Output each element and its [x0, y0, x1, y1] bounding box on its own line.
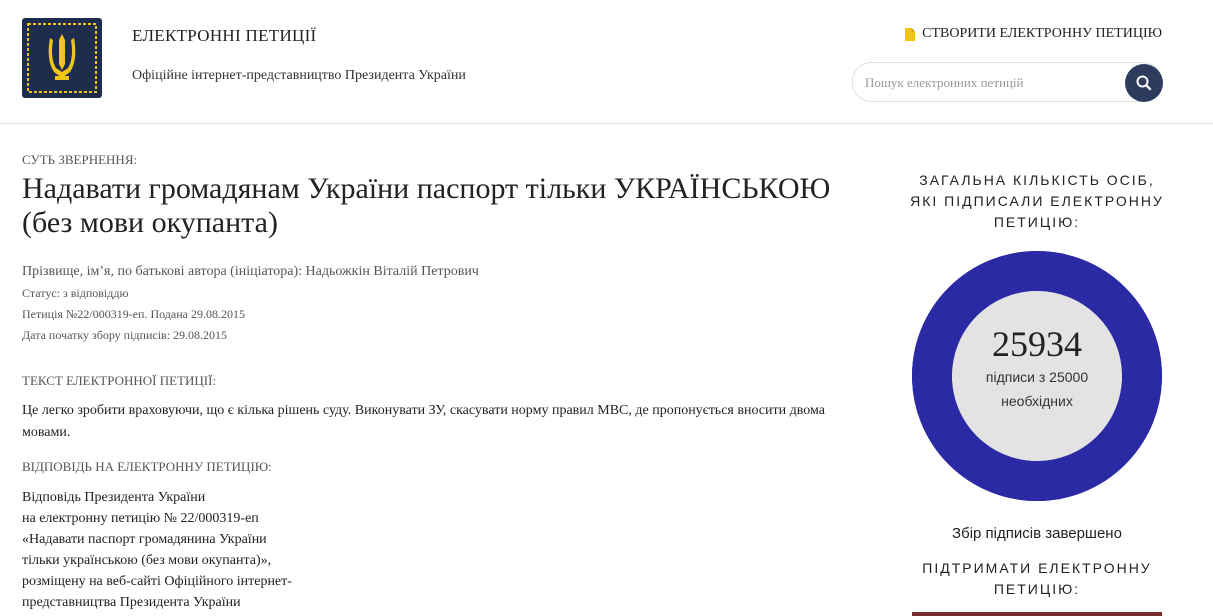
signature-sidebar: ЗАГАЛЬНА КІЛЬКІСТЬ ОСІБ, ЯКІ ПІДПИСАЛИ Е… [905, 170, 1169, 600]
petition-start-date: Дата початку збору підписів: 29.08.2015 [22, 328, 228, 342]
collection-complete-text: Збір підписів завершено [952, 525, 1122, 542]
search-box [852, 62, 1163, 102]
create-petition-link[interactable]: СТВОРИТИ ЕЛЕКТРОННУ ПЕТИЦІЮ [905, 26, 1162, 42]
petition-status: Статус: з відповіддю [22, 286, 129, 300]
search-icon [1136, 75, 1152, 91]
petition-text: Це легко зробити враховуючи, що є кілька… [22, 403, 825, 440]
site-title[interactable]: ЕЛЕКТРОННІ ПЕТИЦІЇ [132, 26, 317, 46]
petition-meta: Статус: з відповіддю Петиція №22/000319-… [22, 285, 872, 343]
signature-count-block: 25934 підписи з 25000 необхідних [912, 323, 1162, 413]
support-petition-label: ПІДТРИМАТИ ЕЛЕКТРОННУ ПЕТИЦІЮ: [922, 560, 1152, 597]
support-petition-button[interactable] [912, 612, 1162, 616]
petition-number: Петиція №22/000319-еп. Подана 29.08.2015 [22, 307, 245, 321]
answer-label: ВІДПОВІДЬ НА ЕЛЕКТРОННУ ПЕТИЦІЮ: [22, 459, 272, 474]
signature-count-subtitle: підписи з 25000 необхідних [985, 369, 1089, 409]
answer-line: розміщену на веб-сайті Офіційного інтерн… [22, 574, 292, 589]
essence-label: СУТЬ ЗВЕРНЕННЯ: [22, 152, 138, 167]
petition-author: Прізвище, ім’я, по батькові автора (ініц… [22, 264, 479, 279]
answer-line: Відповідь Президента України [22, 490, 206, 505]
document-icon [905, 27, 916, 41]
total-signers-label: ЗАГАЛЬНА КІЛЬКІСТЬ ОСІБ, ЯКІ ПІДПИСАЛИ Е… [910, 172, 1164, 230]
answer-text: Відповідь Президента України на електрон… [22, 487, 872, 613]
search-input[interactable] [863, 72, 1122, 94]
answer-line: на електронну петицію № 22/000319-еп [22, 511, 259, 526]
trident-emblem-icon[interactable] [22, 18, 102, 98]
create-petition-label: СТВОРИТИ ЕЛЕКТРОННУ ПЕТИЦІЮ [922, 26, 1162, 41]
site-subtitle: Офіційне інтернет-представництво Президе… [132, 68, 466, 83]
answer-line: тільки українською (без мови окупанта)», [22, 553, 272, 568]
answer-line: «Надавати паспорт громадянина України [22, 532, 267, 547]
answer-line: представництва Президента України [22, 595, 241, 610]
site-header: ЕЛЕКТРОННІ ПЕТИЦІЇ Офіційне інтернет-пре… [0, 0, 1213, 124]
signature-count: 25934 [992, 324, 1082, 364]
signature-progress-ring: 25934 підписи з 25000 необхідних [912, 251, 1162, 501]
petition-title: Надавати громадянам України паспорт тіль… [22, 172, 831, 239]
petition-text-label: ТЕКСТ ЕЛЕКТРОННОЇ ПЕТИЦІЇ: [22, 373, 217, 388]
petition-content: СУТЬ ЗВЕРНЕННЯ: Надавати громадянам Укра… [22, 152, 872, 613]
search-button[interactable] [1125, 64, 1163, 102]
